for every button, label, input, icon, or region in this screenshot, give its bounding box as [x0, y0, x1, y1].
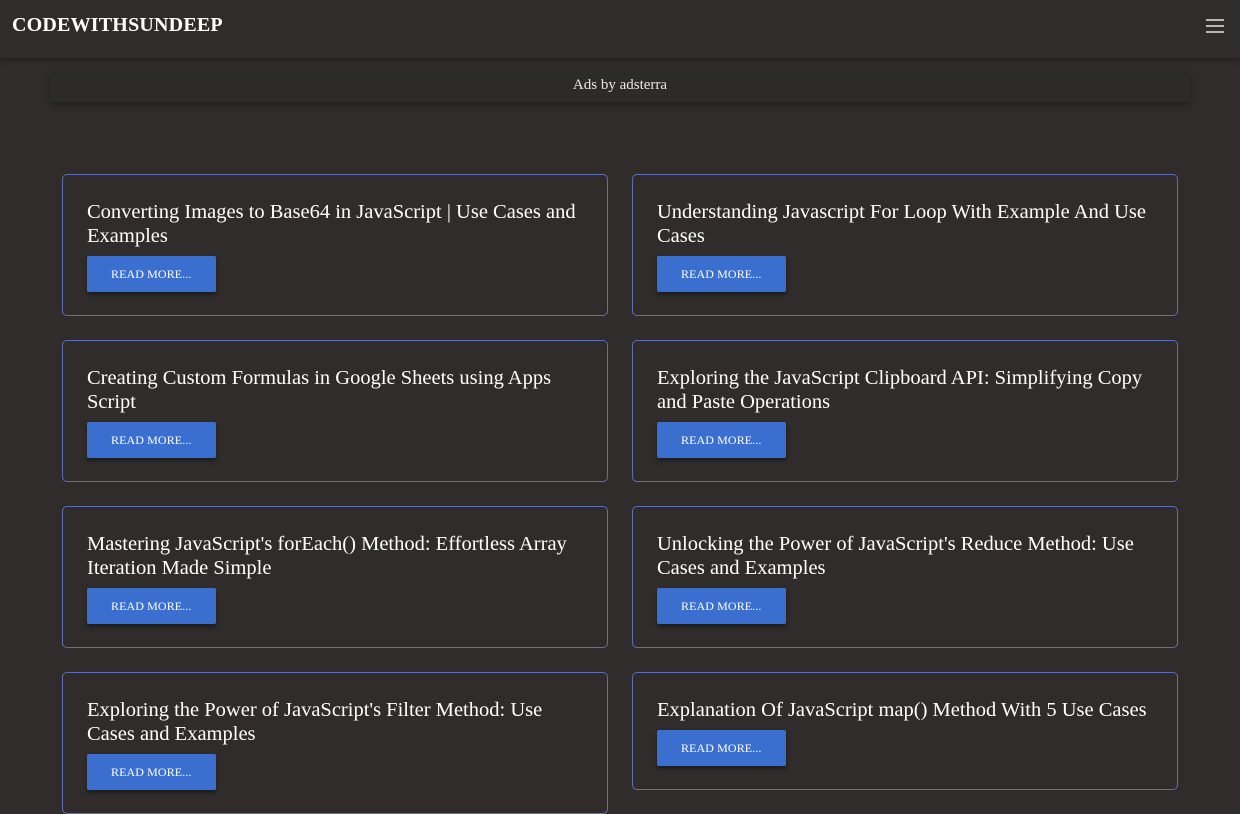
hamburger-menu-icon[interactable] [1204, 15, 1226, 37]
read-more-button[interactable]: READ MORE... [87, 256, 216, 292]
menu-line [1206, 31, 1224, 33]
post-title: Exploring the Power of JavaScript's Filt… [87, 699, 543, 745]
post-grid: Converting Images to Base64 in JavaScrip… [62, 174, 1178, 814]
post-card: Exploring the JavaScript Clipboard API: … [632, 340, 1178, 482]
site-logo-link[interactable]: CODEWITHSUNDEEP [12, 14, 223, 37]
post-card: Explanation Of JavaScript map() Method W… [632, 672, 1178, 790]
top-navbar: CODEWITHSUNDEEP [0, 0, 1240, 58]
post-title: Mastering JavaScript's forEach() Method:… [87, 533, 567, 579]
post-title: Understanding Javascript For Loop With E… [657, 201, 1147, 247]
menu-line [1206, 19, 1224, 21]
menu-line [1206, 25, 1224, 27]
post-title: Creating Custom Formulas in Google Sheet… [87, 367, 552, 413]
post-title: Explanation Of JavaScript map() Method W… [657, 699, 1147, 721]
post-card: Unlocking the Power of JavaScript's Redu… [632, 506, 1178, 648]
post-title: Unlocking the Power of JavaScript's Redu… [657, 533, 1134, 579]
read-more-button[interactable]: READ MORE... [657, 256, 786, 292]
ad-banner[interactable]: Ads by adsterra [50, 72, 1190, 102]
read-more-button[interactable]: READ MORE... [657, 422, 786, 458]
ad-label: Ads by adsterra [572, 77, 668, 93]
post-title: Converting Images to Base64 in JavaScrip… [87, 201, 576, 247]
post-card: Mastering JavaScript's forEach() Method:… [62, 506, 608, 648]
read-more-button[interactable]: READ MORE... [87, 588, 216, 624]
post-title: Exploring the JavaScript Clipboard API: … [657, 367, 1143, 413]
post-card: Converting Images to Base64 in JavaScrip… [62, 174, 608, 316]
read-more-button[interactable]: READ MORE... [657, 730, 786, 766]
read-more-button[interactable]: READ MORE... [657, 588, 786, 624]
post-card: Creating Custom Formulas in Google Sheet… [62, 340, 608, 482]
post-card: Understanding Javascript For Loop With E… [632, 174, 1178, 316]
post-card: Exploring the Power of JavaScript's Filt… [62, 672, 608, 814]
read-more-button[interactable]: READ MORE... [87, 754, 216, 790]
read-more-button[interactable]: READ MORE... [87, 422, 216, 458]
